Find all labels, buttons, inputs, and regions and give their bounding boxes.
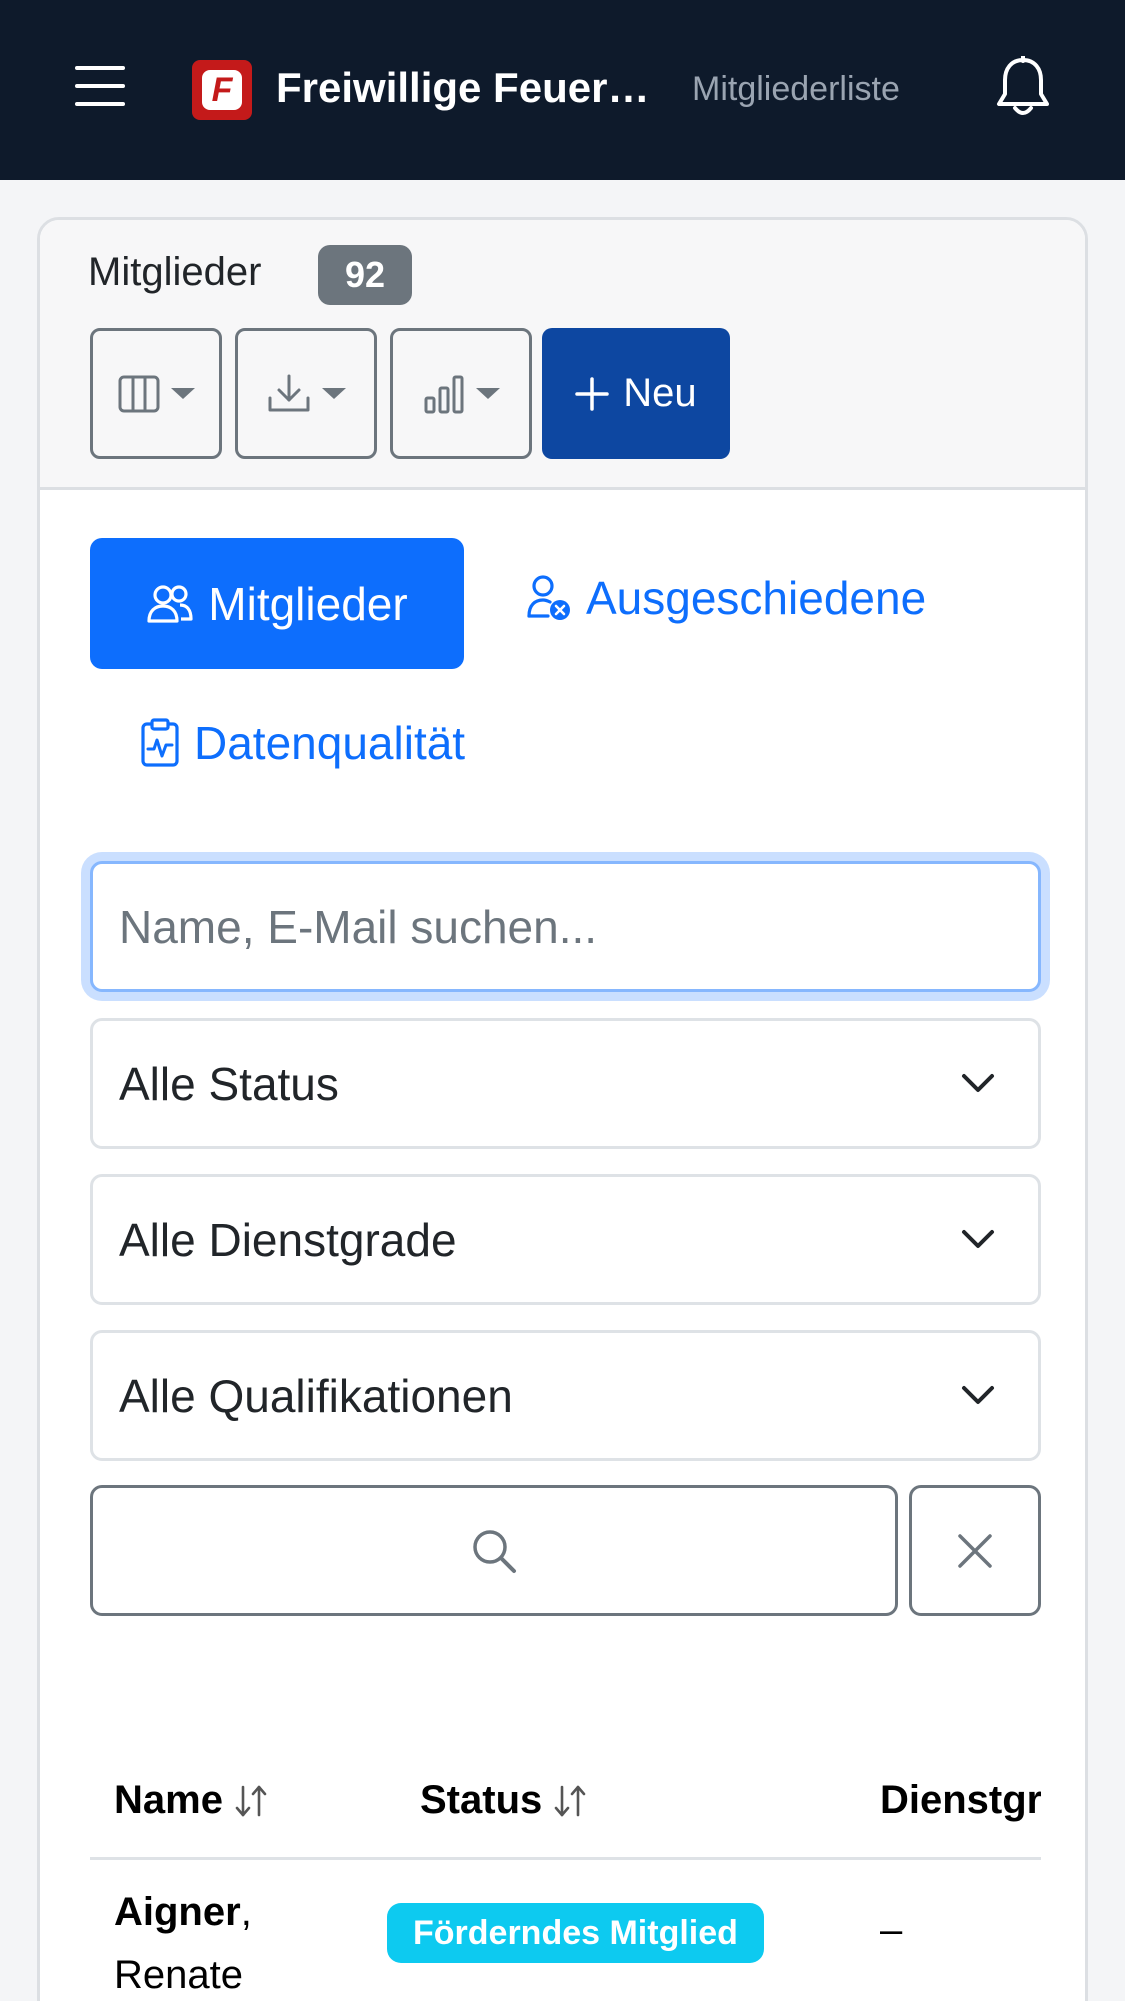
clipboard-pulse-icon — [141, 718, 179, 767]
person-x-icon — [527, 575, 570, 620]
top-navbar: F Freiwillige Feuerwehr Mitgliederliste — [0, 0, 1125, 180]
people-icon — [147, 584, 193, 623]
status-filter-select[interactable]: Alle Status — [90, 1018, 1041, 1149]
plus-icon — [575, 376, 610, 411]
tab-former-members[interactable]: Ausgeschiedene — [526, 571, 926, 625]
new-member-button[interactable]: Neu — [542, 328, 730, 459]
tab-data-quality-label: Datenqualität — [194, 717, 466, 769]
column-header-name-label: Name — [114, 1778, 223, 1822]
close-icon — [958, 1533, 992, 1568]
clear-filters-button[interactable] — [909, 1485, 1041, 1616]
column-header-rank[interactable]: Dienstgrad — [880, 1778, 1041, 1823]
tab-former-members-label: Ausgeschiedene — [586, 572, 927, 624]
current-page-label: Mitgliederliste — [692, 70, 900, 108]
rank-filter-value: Alle Dienstgrade — [119, 1213, 457, 1266]
search-icon — [473, 1529, 516, 1573]
status-filter-value: Alle Status — [119, 1057, 339, 1110]
brand-logo[interactable]: F — [192, 60, 252, 120]
search-input[interactable] — [90, 861, 1041, 992]
rank-filter-select[interactable]: Alle Dienstgrade — [90, 1174, 1041, 1305]
card-title: Mitglieder — [88, 250, 262, 294]
export-dropdown-button[interactable] — [235, 328, 377, 459]
qualification-filter-value: Alle Qualifikationen — [119, 1369, 513, 1422]
member-name-cell[interactable]: Aigner, — [114, 1890, 252, 1935]
sort-icon — [554, 1785, 586, 1816]
member-count-badge: 92 — [318, 245, 412, 305]
column-header-status[interactable]: Status — [420, 1778, 590, 1823]
member-rank-cell: – — [880, 1908, 903, 1952]
status-badge: Förderndes Mitglied — [387, 1903, 764, 1963]
sort-icon — [235, 1785, 267, 1816]
column-header-rank-label: Dienstgrad — [880, 1778, 1041, 1822]
members-table: Name Status Dienstgrad Aigner, Renate — [90, 1740, 1041, 2001]
member-last-name: Aigner — [114, 1890, 241, 1934]
column-header-name[interactable]: Name — [114, 1778, 271, 1823]
chevron-down-icon — [962, 1074, 994, 1092]
brand-logo-letter: F — [202, 70, 242, 110]
caret-down-icon — [476, 388, 500, 399]
bar-chart-icon — [424, 375, 464, 413]
menu-icon[interactable] — [75, 66, 125, 106]
tab-members[interactable]: Mitglieder — [90, 538, 464, 669]
table-header-divider — [90, 1857, 1041, 1860]
qualification-filter-select[interactable]: Alle Qualifikationen — [90, 1330, 1041, 1461]
download-icon — [268, 374, 310, 411]
card-header: Mitglieder 92 Neu — [40, 220, 1085, 490]
column-header-status-label: Status — [420, 1778, 543, 1822]
tab-data-quality[interactable]: Datenqualität — [140, 716, 465, 770]
chevron-down-icon — [962, 1230, 994, 1248]
bell-icon[interactable] — [995, 56, 1051, 120]
caret-down-icon — [322, 388, 346, 399]
statistics-dropdown-button[interactable] — [390, 328, 532, 459]
columns-icon — [118, 375, 160, 412]
members-card: Mitglieder 92 Neu Mitglieder Ausgeschied… — [37, 217, 1088, 2001]
member-first-name: Renate — [114, 1953, 243, 1997]
brand-title[interactable]: Freiwillige Feuerwehr — [276, 64, 656, 112]
caret-down-icon — [171, 388, 195, 399]
tab-members-label: Mitglieder — [208, 577, 408, 630]
new-button-label: Neu — [623, 371, 697, 415]
columns-dropdown-button[interactable] — [90, 328, 222, 459]
search-button[interactable] — [90, 1485, 898, 1616]
chevron-down-icon — [962, 1386, 994, 1404]
